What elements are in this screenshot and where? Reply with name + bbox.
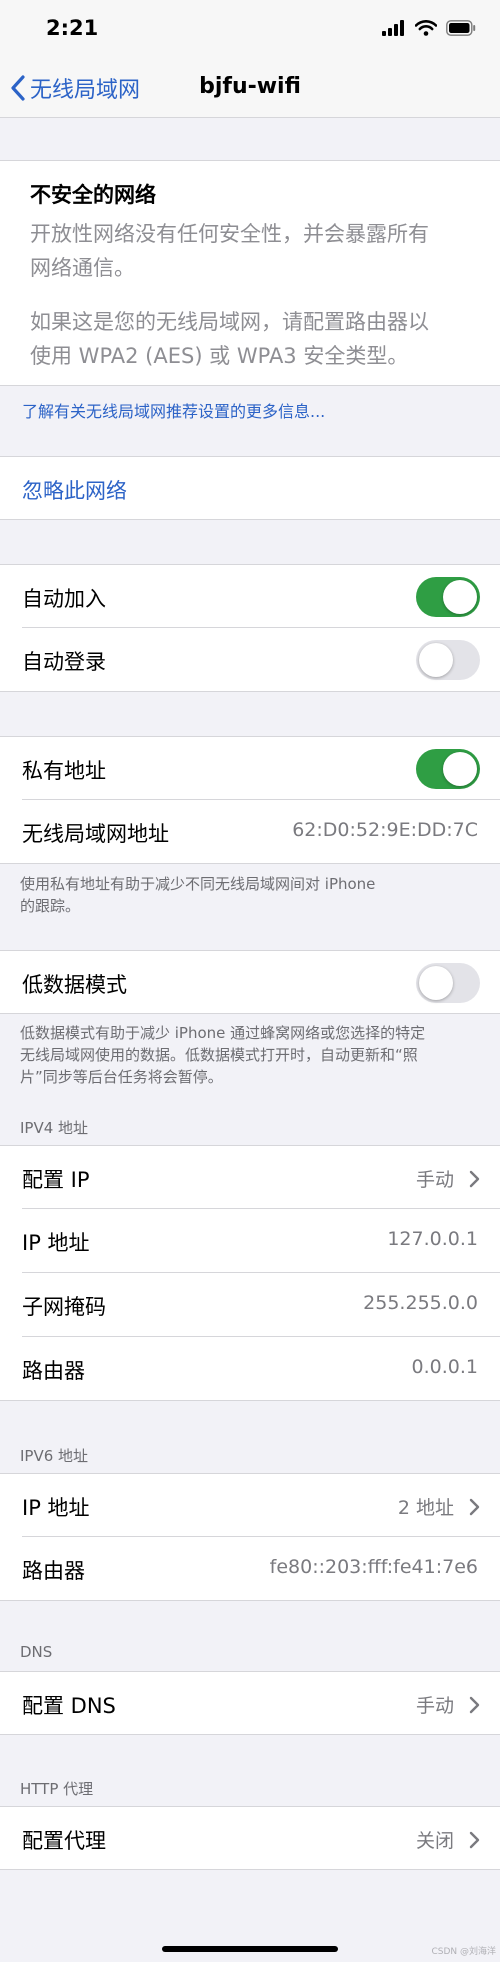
auto-login-row: 自动登录 [0, 628, 500, 692]
chevron-right-icon [469, 1170, 480, 1188]
subnet-mask-label: 子网掩码 [22, 1295, 106, 1319]
private-address-footnote-line-1: 使用私有地址有助于减少不同无线局域网间对 iPhone [20, 875, 376, 893]
ipv4-ip-address-label: IP 地址 [22, 1231, 90, 1255]
dns-section-header: DNS [20, 1643, 53, 1661]
wifi-detail-screen: 2:21 无线局域网 bjfu-wifi 不安全的网络 开放性网络没有任何安全性… [0, 0, 500, 1962]
home-indicator[interactable] [162, 1946, 338, 1952]
page-title: bjfu-wifi [199, 74, 301, 99]
ipv4-router-row: 路由器 0.0.0.1 [0, 1337, 500, 1401]
private-address-toggle[interactable] [416, 749, 480, 789]
low-data-mode-label: 低数据模式 [22, 973, 127, 997]
cellular-signal-icon [382, 20, 404, 36]
low-data-mode-row: 低数据模式 [0, 950, 500, 1014]
private-address-footnote-line-2: 的跟踪。 [20, 897, 81, 915]
configure-dns-value: 手动 [415, 1695, 454, 1717]
configure-dns-row[interactable]: 配置 DNS 手动 [0, 1671, 500, 1735]
chevron-right-icon [469, 1831, 480, 1849]
wifi-icon [415, 20, 437, 36]
subnet-mask-value: 255.255.0.0 [363, 1292, 478, 1314]
warning-title: 不安全的网络 [30, 183, 156, 207]
low-data-footnote-line-3: 片”同步等后台任务将会暂停。 [20, 1068, 223, 1086]
ipv4-ip-address-row: IP 地址 127.0.0.1 [0, 1209, 500, 1273]
status-time: 2:21 [46, 16, 99, 40]
watermark: CSDN @刘海洋 [431, 1947, 496, 1957]
battery-icon [446, 20, 476, 36]
status-icons [382, 20, 476, 36]
ipv4-section-header: IPV4 地址 [20, 1119, 89, 1137]
ipv6-ip-address-row[interactable]: IP 地址 2 地址 [0, 1473, 500, 1537]
ipv4-ip-address-value: 127.0.0.1 [387, 1228, 478, 1250]
ipv6-section-header: IPV6 地址 [20, 1447, 89, 1465]
subnet-mask-row: 子网掩码 255.255.0.0 [0, 1273, 500, 1337]
configure-proxy-label: 配置代理 [22, 1829, 106, 1853]
wifi-address-row: 无线局域网地址 62:D0:52:9E:DD:7C [0, 800, 500, 864]
insecure-network-warning: 不安全的网络 开放性网络没有任何安全性，并会暴露所有 网络通信。 如果这是您的无… [0, 160, 500, 386]
warning-text-line-3: 如果这是您的无线局域网，请配置路由器以 [30, 310, 429, 334]
chevron-right-icon [469, 1696, 480, 1714]
configure-proxy-row[interactable]: 配置代理 关闭 [0, 1806, 500, 1870]
warning-text-line-4: 使用 WPA2 (AES) 或 WPA3 安全类型。 [30, 344, 409, 368]
configure-ip-label: 配置 IP [22, 1168, 90, 1192]
configure-proxy-value: 关闭 [415, 1830, 454, 1852]
ipv4-router-label: 路由器 [22, 1359, 85, 1383]
auto-login-toggle[interactable] [416, 640, 480, 680]
auto-login-label: 自动登录 [22, 650, 106, 674]
configure-ip-value: 手动 [415, 1169, 454, 1191]
forget-network-row[interactable]: 忽略此网络 [0, 456, 500, 520]
ipv6-router-row: 路由器 fe80::203:fff:fe41:7e6 [0, 1537, 500, 1601]
wifi-address-label: 无线局域网地址 [22, 822, 169, 846]
chevron-right-icon [469, 1498, 480, 1516]
warning-text-line-1: 开放性网络没有任何安全性，并会暴露所有 [30, 222, 429, 246]
ipv6-router-label: 路由器 [22, 1559, 85, 1583]
private-address-label: 私有地址 [22, 759, 106, 783]
warning-text-line-2: 网络通信。 [30, 256, 135, 280]
wifi-address-value: 62:D0:52:9E:DD:7C [292, 819, 478, 841]
low-data-footnote-line-1: 低数据模式有助于减少 iPhone 通过蜂窝网络或您选择的特定 [20, 1024, 426, 1042]
private-address-row: 私有地址 [0, 736, 500, 800]
low-data-mode-toggle[interactable] [416, 963, 480, 1003]
auto-join-toggle[interactable] [416, 577, 480, 617]
ipv4-router-value: 0.0.0.1 [411, 1356, 478, 1378]
auto-join-row: 自动加入 [0, 564, 500, 628]
auto-join-label: 自动加入 [22, 587, 106, 611]
ipv6-ip-address-label: IP 地址 [22, 1496, 90, 1520]
ipv6-ip-address-value: 2 地址 [397, 1497, 454, 1519]
learn-more-link[interactable]: 了解有关无线局域网推荐设置的更多信息... [22, 398, 325, 422]
status-bar: 2:21 [0, 0, 500, 58]
configure-ip-row[interactable]: 配置 IP 手动 [0, 1145, 500, 1209]
low-data-footnote-line-2: 无线局域网使用的数据。低数据模式打开时，自动更新和“照 [20, 1046, 418, 1064]
forget-network-button[interactable]: 忽略此网络 [22, 475, 127, 505]
http-proxy-section-header: HTTP 代理 [20, 1780, 94, 1798]
ipv6-router-value: fe80::203:fff:fe41:7e6 [269, 1556, 478, 1578]
configure-dns-label: 配置 DNS [22, 1694, 116, 1718]
navigation-bar: 无线局域网 bjfu-wifi [0, 58, 500, 118]
